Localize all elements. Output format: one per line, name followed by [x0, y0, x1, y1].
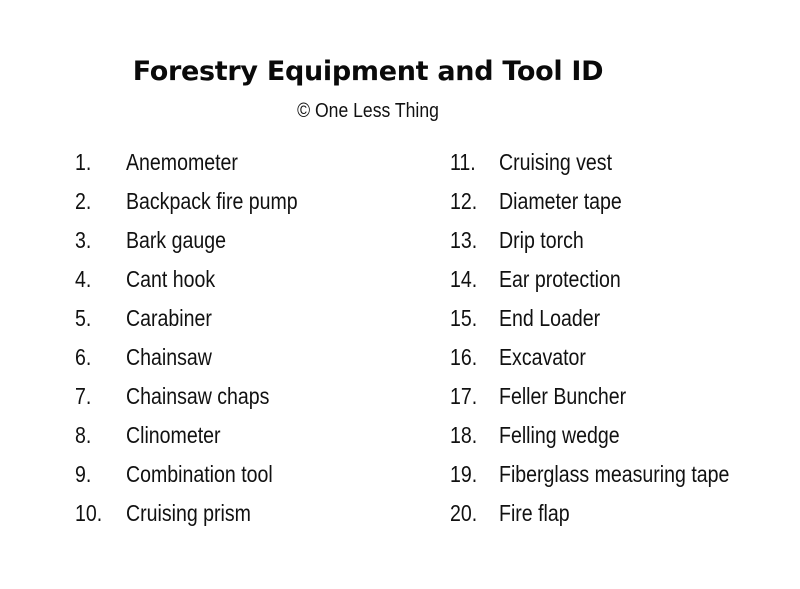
- item-label: Fire flap: [499, 500, 570, 526]
- item-label: Feller Buncher: [499, 383, 627, 409]
- item-number: 2.: [75, 188, 92, 214]
- item-number: 20.: [450, 500, 478, 526]
- item-label: Felling wedge: [499, 422, 620, 448]
- item-number: 13.: [450, 227, 478, 253]
- item-label: Drip torch: [499, 227, 584, 253]
- copyright-notice: © One Less Thing: [297, 100, 439, 122]
- item-number: 7.: [75, 383, 92, 409]
- item-label: Excavator: [499, 344, 586, 370]
- item-label: Fiberglass measuring tape: [499, 461, 730, 487]
- page-title: Forestry Equipment and Tool ID: [132, 56, 604, 87]
- item-number: 1.: [75, 149, 92, 175]
- item-number: 8.: [75, 422, 92, 448]
- item-number: 15.: [450, 305, 478, 331]
- item-label: Diameter tape: [499, 188, 622, 214]
- item-number: 18.: [450, 422, 478, 448]
- item-number: 19.: [450, 461, 478, 487]
- item-number: 10.: [75, 500, 103, 526]
- item-label: Backpack fire pump: [126, 188, 298, 214]
- item-label: Cant hook: [126, 266, 216, 292]
- item-number: 4.: [75, 266, 92, 292]
- item-number: 3.: [75, 227, 92, 253]
- item-label: Ear protection: [499, 266, 621, 292]
- item-number: 17.: [450, 383, 478, 409]
- item-number: 16.: [450, 344, 478, 370]
- item-number: 9.: [75, 461, 92, 487]
- item-label: Cruising vest: [499, 149, 612, 175]
- item-number: 5.: [75, 305, 92, 331]
- item-label: Clinometer: [126, 422, 221, 448]
- item-label: Anemometer: [126, 149, 238, 175]
- item-label: Chainsaw: [126, 344, 212, 370]
- item-number: 6.: [75, 344, 92, 370]
- item-label: Carabiner: [126, 305, 212, 331]
- item-label: End Loader: [499, 305, 601, 331]
- item-label: Chainsaw chaps: [126, 383, 270, 409]
- item-number: 14.: [450, 266, 478, 292]
- item-label: Combination tool: [126, 461, 273, 487]
- item-label: Cruising prism: [126, 500, 251, 526]
- item-label: Bark gauge: [126, 227, 226, 253]
- item-number: 12.: [450, 188, 478, 214]
- item-number: 11.: [450, 149, 476, 175]
